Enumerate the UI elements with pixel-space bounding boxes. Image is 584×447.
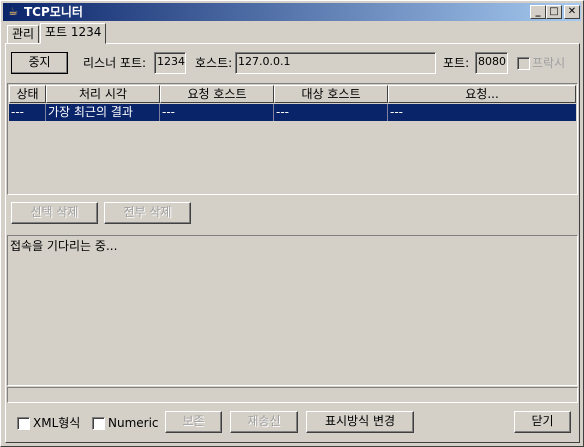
remove-selected-button[interactable]: 선택 삭제 — [11, 202, 98, 224]
java-cup-icon: ☕ — [8, 5, 18, 18]
table-row[interactable]: --- 가장 최근의 결과 --- --- --- — [9, 104, 576, 121]
cell-request: --- — [390, 105, 403, 119]
proxy-label: 프락시 — [532, 56, 566, 70]
window-title: TCP모니터 — [24, 5, 83, 19]
tcp-monitor-window: ☕ TCP모니터 _ □ ✕ 관리 포트 1234 중지 리스너 포트: 123… — [0, 0, 584, 447]
tab-port-1234[interactable]: 포트 1234 — [40, 23, 107, 44]
remove-all-button[interactable]: 전부 삭제 — [104, 202, 191, 224]
xml-format-label: XML형식 — [33, 416, 81, 430]
close-window-button[interactable]: ✕ — [564, 5, 580, 19]
column-header-status[interactable]: 상태 — [9, 85, 46, 103]
connections-table[interactable]: 상태 처리 시각 요청 호스트 대상 호스트 요청... --- 가장 최근의 … — [7, 83, 578, 195]
cell-request-host: --- — [160, 104, 274, 121]
status-panel[interactable]: 접속을 기다리는 중... — [7, 235, 578, 386]
host-field[interactable]: 127.0.0.1 — [235, 52, 436, 74]
column-header-time[interactable]: 처리 시각 — [46, 85, 160, 103]
title-bar[interactable]: ☕ TCP모니터 _ □ ✕ — [3, 3, 581, 21]
listen-port-label: 리스너 포트: — [83, 56, 147, 70]
minimize-button[interactable]: _ — [530, 5, 546, 19]
column-header-request-host[interactable]: 요청 호스트 — [160, 85, 274, 103]
column-header-target-host[interactable]: 대상 호스트 — [274, 85, 388, 103]
numeric-label: Numeric — [108, 416, 159, 430]
stop-button[interactable]: 중지 — [11, 52, 68, 74]
status-text: 접속을 기다리는 중... — [10, 239, 118, 253]
save-button[interactable]: 보존 — [165, 411, 222, 433]
horizontal-scrollbar[interactable] — [7, 387, 578, 403]
listen-port-field[interactable]: 1234 — [154, 52, 186, 74]
cell-target-host: --- — [274, 104, 388, 121]
switch-layout-button[interactable]: 표시방식 변경 — [306, 411, 414, 433]
resend-button[interactable]: 재송신 — [230, 411, 298, 433]
cell-status: --- — [9, 104, 46, 121]
column-header-request[interactable]: 요청... — [388, 85, 576, 103]
xml-format-checkbox[interactable] — [17, 417, 30, 430]
proxy-checkbox[interactable] — [517, 57, 530, 70]
table-header: 상태 처리 시각 요청 호스트 대상 호스트 요청... — [9, 85, 576, 103]
maximize-button[interactable]: □ — [546, 5, 562, 19]
port-field[interactable]: 8080 — [475, 52, 508, 74]
tab-admin[interactable]: 관리 — [7, 25, 40, 44]
numeric-checkbox[interactable] — [92, 417, 105, 430]
host-label: 호스트: — [195, 56, 233, 70]
port-label: 포트: — [443, 56, 470, 70]
close-button[interactable]: 닫기 — [514, 411, 571, 433]
cell-time: 가장 최근의 결과 — [46, 104, 160, 121]
